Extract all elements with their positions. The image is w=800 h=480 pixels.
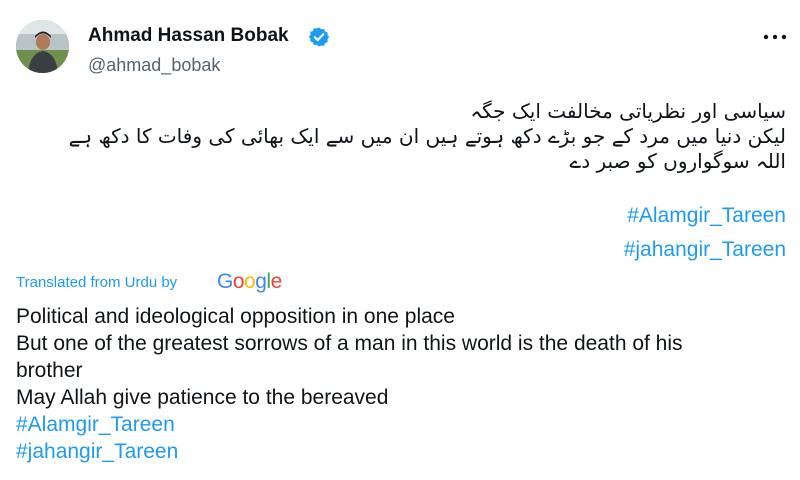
hashtag-link-alamgir[interactable]: #Alamgir_Tareen bbox=[627, 204, 786, 228]
translated-hashtag-jahangir[interactable]: #jahangir_Tareen bbox=[16, 438, 786, 465]
original-tweet-text: سیاسی اور نظریاتی مخالفت ایک جگہ لیکن دن… bbox=[26, 99, 786, 174]
translated-from-label[interactable]: Translated from Urdu by bbox=[16, 274, 177, 291]
google-logo: Google bbox=[217, 270, 282, 293]
avatar[interactable] bbox=[16, 20, 69, 73]
translation-line: Political and ideological opposition in … bbox=[16, 305, 455, 328]
tweet-card: Ahmad Hassan Bobak @ahmad_bobak سیاسی او… bbox=[0, 0, 800, 480]
translation-line: But one of the greatest sorrows of a man… bbox=[16, 332, 683, 355]
translated-hashtag-alamgir[interactable]: #Alamgir_Tareen bbox=[16, 411, 786, 438]
hashtag-link-jahangir[interactable]: #jahangir_Tareen bbox=[624, 238, 786, 262]
author-handle[interactable]: @ahmad_bobak bbox=[88, 55, 220, 76]
verified-badge-icon[interactable] bbox=[308, 26, 330, 48]
translated-tweet-text: Political and ideological opposition in … bbox=[16, 303, 786, 465]
urdu-line: سیاسی اور نظریاتی مخالفت ایک جگہ bbox=[470, 99, 786, 123]
author-display-name[interactable]: Ahmad Hassan Bobak bbox=[88, 25, 289, 47]
urdu-line: لیکن دنیا میں مرد کے جو بڑے دکھ ہوتے ہیں… bbox=[68, 124, 786, 148]
avatar-photo bbox=[16, 20, 69, 73]
more-options-icon[interactable] bbox=[760, 30, 790, 44]
translation-line: May Allah give patience to the bereaved bbox=[16, 386, 389, 409]
translation-line: brother bbox=[16, 359, 83, 382]
urdu-line: اللہ سوگواروں کو صبر دے bbox=[569, 149, 786, 173]
